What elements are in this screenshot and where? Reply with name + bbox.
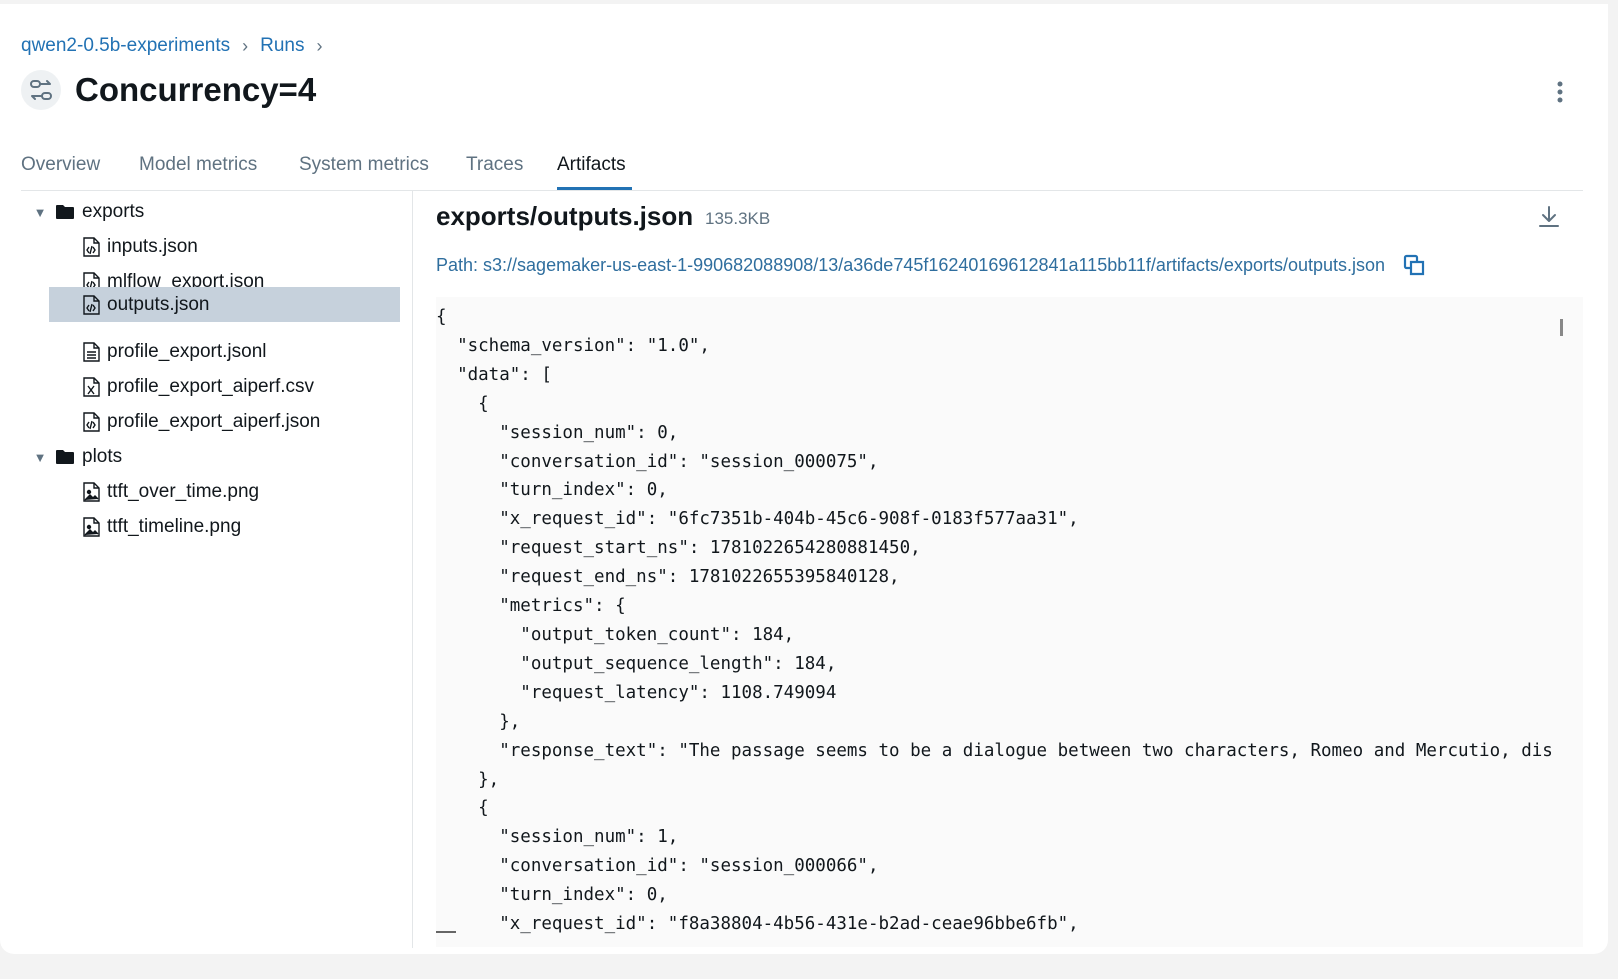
- tree-folder-plots[interactable]: ▼ plots: [33, 439, 123, 475]
- tree-file-ttft-timeline-png[interactable]: ttft_timeline.png: [82, 509, 241, 545]
- tree-folder-label: plots: [82, 446, 123, 467]
- folder-icon: [55, 204, 75, 220]
- page-header: Concurrency=4: [21, 70, 316, 110]
- file-code-icon: [82, 412, 100, 432]
- file-image-icon: [82, 517, 100, 537]
- breadcrumb-runs-link[interactable]: Runs: [260, 35, 304, 57]
- folder-icon: [55, 449, 75, 465]
- copy-icon[interactable]: [1403, 254, 1425, 276]
- download-icon[interactable]: [1538, 205, 1560, 234]
- tree-file-inputs-json[interactable]: inputs.json: [82, 229, 198, 265]
- run-page: qwen2-0.5b-experiments › Runs › Concurre…: [0, 4, 1608, 954]
- horizontal-scrollbar[interactable]: [436, 931, 456, 933]
- tree-file-label: profile_export.jsonl: [107, 341, 267, 362]
- tree-file-label: inputs.json: [107, 236, 198, 257]
- tree-folder-label: exports: [82, 201, 145, 222]
- tree-file-label: ttft_timeline.png: [107, 516, 242, 537]
- vertical-scrollbar[interactable]: [1560, 319, 1563, 336]
- tab-overview[interactable]: Overview: [21, 154, 100, 176]
- active-tab-indicator: [557, 187, 632, 190]
- tab-model-metrics[interactable]: Model metrics: [139, 154, 257, 176]
- tree-file-profile-export-aiperf-csv[interactable]: profile_export_aiperf.csv: [82, 369, 314, 405]
- caret-down-icon[interactable]: ▼: [33, 450, 47, 465]
- caret-down-icon[interactable]: ▼: [33, 205, 47, 220]
- artifact-file-title: exports/outputs.json: [436, 201, 694, 231]
- tree-file-ttft-over-time-png[interactable]: ttft_over_time.png: [82, 474, 259, 510]
- run-tabs: Overview Model metrics System metrics Tr…: [21, 148, 1583, 191]
- page-title: Concurrency=4: [75, 71, 317, 108]
- run-icon: [21, 70, 61, 110]
- tree-file-profile-export-aiperf-json[interactable]: profile_export_aiperf.json: [82, 404, 320, 440]
- artifact-path-row: Path: s3://sagemaker-us-east-1-990682088…: [436, 254, 1425, 276]
- tree-folder-exports[interactable]: ▼ exports: [33, 194, 145, 230]
- breadcrumb-experiment-link[interactable]: qwen2-0.5b-experiments: [21, 35, 230, 57]
- tab-artifacts[interactable]: Artifacts: [557, 154, 626, 176]
- artifact-tree: ▼ exports inputs.json mlflow_export.json…: [21, 191, 413, 948]
- tree-file-label: profile_export_aiperf.json: [107, 411, 321, 432]
- artifact-viewer: exports/outputs.json 135.3KB Path: s3://…: [436, 191, 1583, 948]
- artifact-path: Path: s3://sagemaker-us-east-1-990682088…: [436, 254, 1386, 275]
- breadcrumb-separator: ›: [316, 35, 323, 56]
- tree-file-label: profile_export_aiperf.csv: [107, 376, 314, 397]
- tree-file-label: outputs.json: [107, 293, 210, 315]
- file-image-icon: [82, 482, 100, 502]
- file-code-icon: [82, 294, 100, 315]
- file-csv-icon: [82, 377, 100, 397]
- tab-traces[interactable]: Traces: [466, 154, 523, 176]
- breadcrumb-separator: ›: [242, 35, 249, 56]
- file-text-icon: [82, 342, 100, 362]
- code-content: { "schema_version": "1.0", "data": [ { "…: [436, 307, 1553, 935]
- tree-file-label: ttft_over_time.png: [107, 481, 260, 502]
- more-options-icon[interactable]: [1548, 76, 1572, 108]
- breadcrumb: qwen2-0.5b-experiments › Runs ›: [21, 35, 334, 57]
- tree-file-profile-export-jsonl[interactable]: profile_export.jsonl: [82, 334, 266, 370]
- tree-file-outputs-json[interactable]: outputs.json: [49, 287, 400, 322]
- file-code-icon: [82, 237, 100, 257]
- artifact-file-size: 135.3KB: [705, 209, 771, 228]
- tab-system-metrics[interactable]: System metrics: [299, 154, 429, 176]
- code-viewer[interactable]: { "schema_version": "1.0", "data": [ { "…: [436, 297, 1583, 947]
